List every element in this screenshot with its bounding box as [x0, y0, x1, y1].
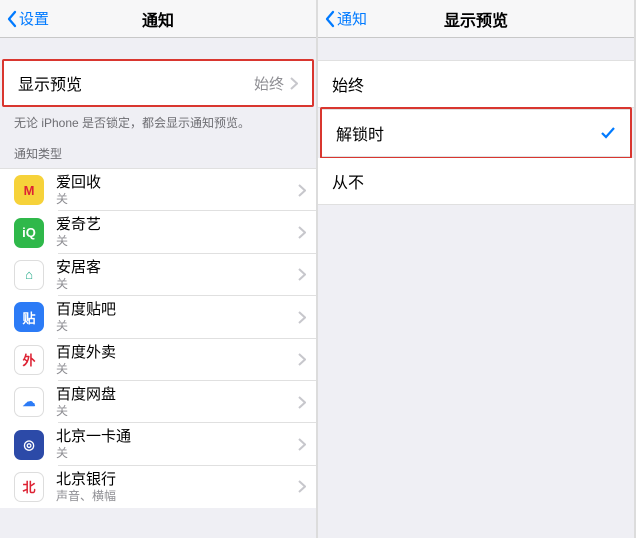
pane-notifications: 设置 通知 显示预览 始终 无论 iPhone 是否锁定，都会显示通知预览。 通… — [0, 0, 318, 538]
app-text: 北京银行声音、横幅 — [56, 471, 298, 503]
app-sub: 关 — [56, 192, 298, 206]
back-button[interactable]: 设置 — [6, 8, 49, 29]
app-name: 百度网盘 — [56, 386, 298, 404]
chevron-left-icon — [324, 10, 336, 28]
app-icon: ⌂ — [14, 260, 44, 290]
app-sub: 声音、横幅 — [56, 489, 298, 503]
app-name: 北京银行 — [56, 471, 298, 489]
chevron-left-icon — [6, 10, 18, 28]
chevron-right-icon — [298, 353, 306, 366]
app-text: 百度外卖关 — [56, 344, 298, 376]
app-icon: ◎ — [14, 430, 44, 460]
footnote: 无论 iPhone 是否锁定，都会显示通知预览。 — [0, 106, 316, 135]
app-icon: 贴 — [14, 302, 44, 332]
chevron-right-icon — [298, 311, 306, 324]
option-row[interactable]: 从不 — [318, 158, 634, 205]
navbar-right: 通知 显示预览 — [318, 0, 634, 38]
app-row[interactable]: iQ 爱奇艺关 — [0, 211, 316, 253]
option-label: 解锁时 — [336, 121, 600, 145]
group-header: 通知类型 — [0, 135, 316, 168]
app-name: 爱奇艺 — [56, 216, 298, 234]
option-label: 从不 — [332, 169, 620, 193]
row-value: 始终 — [254, 73, 284, 94]
chevron-right-icon — [290, 77, 298, 90]
app-name: 安居客 — [56, 259, 298, 277]
highlight-show-preview: 显示预览 始终 — [2, 59, 314, 107]
app-text: 安居客关 — [56, 259, 298, 291]
row-show-preview[interactable]: 显示预览 始终 — [4, 61, 312, 105]
app-list: M爱回收关iQ爱奇艺关⌂安居客关贴百度贴吧关外百度外卖关☁百度网盘关◎北京一卡通… — [0, 168, 316, 508]
app-row[interactable]: 贴百度贴吧关 — [0, 296, 316, 338]
checkmark-icon — [600, 125, 616, 141]
chevron-right-icon — [298, 438, 306, 451]
app-row[interactable]: ⌂ 安居客关 — [0, 254, 316, 296]
highlight-option-unlocked: 解锁时 — [320, 107, 632, 159]
chevron-right-icon — [298, 184, 306, 197]
app-sub: 关 — [56, 319, 298, 333]
row-label: 显示预览 — [18, 71, 254, 95]
app-sub: 关 — [56, 446, 298, 460]
app-name: 北京一卡通 — [56, 428, 298, 446]
chevron-right-icon — [298, 268, 306, 281]
spacer — [0, 38, 316, 60]
back-button[interactable]: 通知 — [324, 8, 367, 29]
navbar-left: 设置 通知 — [0, 0, 316, 38]
app-sub: 关 — [56, 277, 298, 291]
chevron-right-icon — [298, 396, 306, 409]
app-icon: 北 — [14, 472, 44, 502]
option-label: 始终 — [332, 72, 620, 96]
app-row[interactable]: 北北京银行声音、横幅 — [0, 466, 316, 508]
app-sub: 关 — [56, 404, 298, 418]
option-row[interactable]: 始终 — [318, 60, 634, 108]
app-text: 北京一卡通关 — [56, 428, 298, 460]
app-icon: M — [14, 175, 44, 205]
app-icon: 外 — [14, 345, 44, 375]
app-sub: 关 — [56, 362, 298, 376]
back-label: 设置 — [19, 8, 49, 29]
options-list: 始终解锁时从不 — [318, 60, 634, 205]
app-icon: iQ — [14, 218, 44, 248]
app-text: 百度贴吧关 — [56, 301, 298, 333]
chevron-right-icon — [298, 226, 306, 239]
app-row[interactable]: ☁ 百度网盘关 — [0, 381, 316, 423]
app-icon: ☁ — [14, 387, 44, 417]
option-row[interactable]: 解锁时 — [322, 109, 630, 157]
app-text: 百度网盘关 — [56, 386, 298, 418]
back-label: 通知 — [337, 8, 367, 29]
app-row[interactable]: ◎ 北京一卡通关 — [0, 423, 316, 465]
app-text: 爱回收关 — [56, 174, 298, 206]
app-name: 百度贴吧 — [56, 301, 298, 319]
spacer — [318, 38, 634, 60]
app-row[interactable]: 外百度外卖关 — [0, 339, 316, 381]
app-row[interactable]: M 爱回收关 — [0, 169, 316, 211]
app-sub: 关 — [56, 234, 298, 248]
app-name: 百度外卖 — [56, 344, 298, 362]
app-text: 爱奇艺关 — [56, 216, 298, 248]
chevron-right-icon — [298, 480, 306, 493]
app-name: 爱回收 — [56, 174, 298, 192]
pane-show-preview: 通知 显示预览 始终解锁时从不 — [318, 0, 636, 538]
